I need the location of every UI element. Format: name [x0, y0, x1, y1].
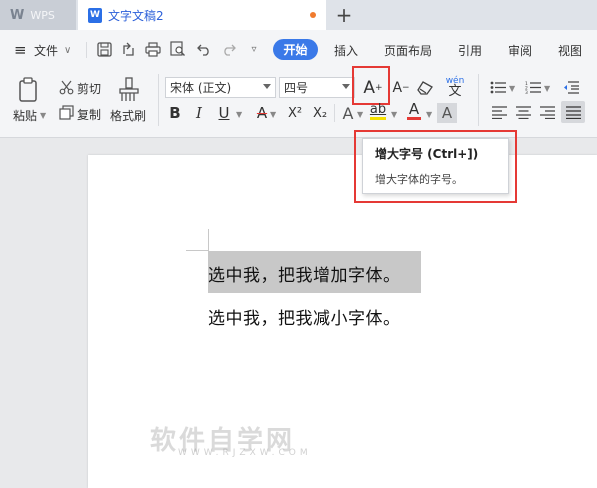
highlight-button[interactable]: ab	[368, 101, 388, 121]
bullet-list-dropdown-icon[interactable]: ▼	[509, 84, 515, 93]
undo-icon[interactable]	[195, 40, 213, 58]
wps-logo-icon: W	[10, 7, 25, 23]
new-tab-button[interactable]: +	[333, 3, 355, 27]
justify-icon[interactable]	[561, 101, 585, 123]
font-name-chevron-down-icon	[263, 84, 271, 89]
shrink-font-icon: A	[392, 80, 403, 96]
font-size-value: 四号	[284, 81, 309, 95]
wps-home-label: WPS	[30, 8, 55, 22]
text-effect-dropdown-icon[interactable]: ▼	[357, 110, 363, 119]
scissors-icon[interactable]	[58, 79, 74, 95]
font-name-value: 宋体 (正文)	[170, 81, 232, 95]
margin-corner-mark	[208, 229, 209, 251]
copy-icon[interactable]	[58, 104, 74, 120]
clear-format-eraser-icon[interactable]	[416, 79, 434, 97]
numbered-list-icon[interactable]: 123	[524, 79, 542, 95]
highlight-color-bar	[370, 116, 386, 120]
underline-button[interactable]: U	[214, 103, 234, 123]
redo-icon[interactable]	[220, 40, 238, 58]
cut-button[interactable]: 剪切	[77, 80, 101, 97]
paste-label[interactable]: 粘贴	[13, 107, 37, 124]
watermark-url: WWW.RJZXW.COM	[178, 448, 312, 458]
italic-button[interactable]: I	[189, 103, 209, 123]
phonetic-guide-button[interactable]: wén 文	[443, 76, 467, 98]
tab-insert[interactable]: 插入	[334, 41, 358, 59]
font-color-bar	[407, 117, 421, 120]
font-color-dropdown-icon[interactable]: ▼	[426, 110, 432, 119]
strikethrough-dropdown-icon[interactable]: ▼	[270, 110, 276, 119]
align-left-icon[interactable]	[490, 104, 508, 120]
ribbon-divider	[334, 104, 335, 122]
superscript-button[interactable]: X²	[284, 103, 306, 123]
grow-font-highlight-box	[352, 66, 390, 105]
tab-references[interactable]: 引用	[458, 41, 482, 59]
font-color-button[interactable]: A	[404, 101, 424, 121]
align-right-icon[interactable]	[538, 104, 556, 120]
underline-dropdown-icon[interactable]: ▼	[236, 110, 242, 119]
print-preview-icon[interactable]	[169, 40, 187, 58]
decrease-indent-icon[interactable]	[562, 79, 580, 95]
file-menu-chevron-down-icon[interactable]: ∨	[64, 41, 71, 59]
font-name-select[interactable]: 宋体 (正文)	[165, 77, 276, 98]
margin-corner-mark	[186, 250, 208, 251]
document-tab[interactable]: W 文字文稿2	[78, 0, 326, 30]
subscript-button[interactable]: X₂	[309, 103, 331, 123]
ribbon-divider	[478, 74, 479, 126]
strikethrough-button[interactable]: A	[252, 103, 272, 123]
font-size-chevron-down-icon	[342, 84, 350, 89]
menu-divider	[86, 42, 87, 58]
shrink-font-minus-icon: −	[402, 83, 410, 93]
hamburger-menu-icon[interactable]: ≡	[14, 41, 27, 59]
writer-doc-icon: W	[88, 7, 102, 23]
font-size-select[interactable]: 四号	[279, 77, 355, 98]
highlight-label: ab	[369, 101, 387, 117]
print-icon[interactable]	[144, 40, 162, 58]
document-line-1[interactable]: 选中我，把我增加字体。	[208, 261, 401, 286]
tab-page-layout[interactable]: 页面布局	[384, 41, 432, 59]
bullet-list-icon[interactable]	[489, 79, 507, 95]
character-shading-button[interactable]: A	[437, 103, 457, 123]
tooltip-highlight-box	[354, 130, 517, 203]
highlight-dropdown-icon[interactable]: ▼	[391, 110, 397, 119]
bold-button[interactable]: B	[165, 103, 185, 123]
tab-view[interactable]: 视图	[558, 41, 582, 59]
wps-home-tab[interactable]: W WPS	[0, 0, 76, 30]
ribbon-divider	[158, 74, 159, 126]
text-effect-button[interactable]: A	[338, 103, 358, 123]
shrink-font-button[interactable]: A −	[390, 78, 412, 98]
paste-icon[interactable]	[16, 76, 42, 104]
format-painter-label[interactable]: 格式刷	[110, 107, 146, 124]
paste-dropdown-icon[interactable]: ▼	[40, 111, 46, 120]
align-center-icon[interactable]	[514, 104, 532, 120]
font-color-label: A	[408, 100, 420, 118]
numbered-list-dropdown-icon[interactable]: ▼	[544, 84, 550, 93]
phonetic-guide-icon: 文	[448, 84, 462, 99]
quick-access-dropdown-icon[interactable]: ▿	[246, 40, 262, 58]
save-icon[interactable]	[95, 40, 113, 58]
tab-review[interactable]: 审阅	[508, 41, 532, 59]
export-icon[interactable]	[119, 40, 137, 58]
tab-home[interactable]: 开始	[273, 39, 318, 60]
file-menu[interactable]: 文件	[34, 41, 58, 59]
document-tab-title: 文字文稿2	[108, 8, 164, 23]
format-painter-icon[interactable]	[116, 76, 142, 104]
svg-text:3: 3	[525, 90, 528, 94]
document-line-2[interactable]: 选中我，把我减小字体。	[208, 304, 401, 329]
copy-button[interactable]: 复制	[77, 106, 101, 123]
unsaved-dot-icon	[310, 12, 316, 18]
